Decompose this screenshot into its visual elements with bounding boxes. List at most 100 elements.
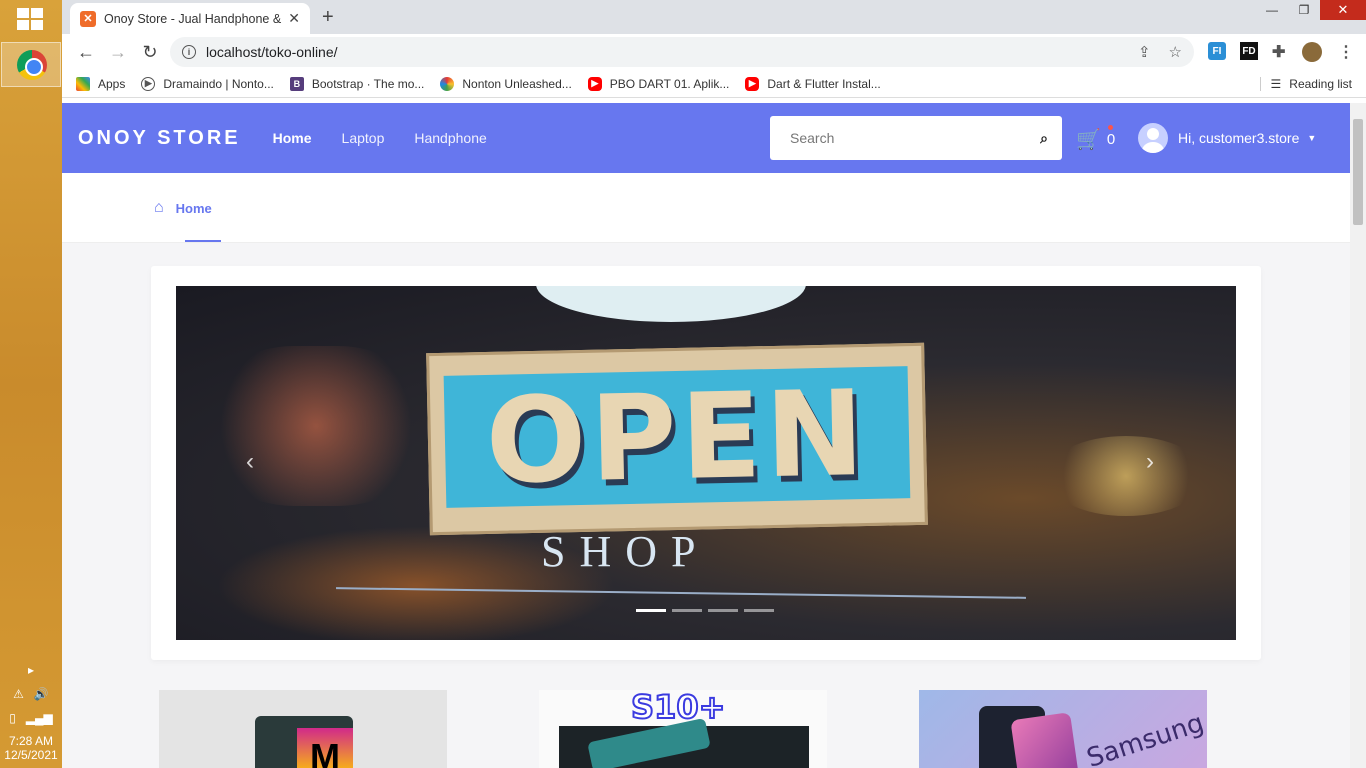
nav-laptop[interactable]: Laptop — [342, 130, 385, 146]
xampp-favicon-icon: ✕ — [80, 10, 96, 27]
network-alert-icon[interactable]: ⚠ — [13, 687, 24, 701]
address-bar[interactable]: i localhost/toko-online/ ⇪ ☆ — [170, 37, 1194, 67]
search-box: ⌕ — [770, 116, 1062, 160]
active-underline — [185, 240, 221, 242]
url-text[interactable]: localhost/toko-online/ — [206, 44, 338, 60]
browser-menu-icon[interactable]: ⋮ — [1338, 42, 1354, 62]
bookmarks-bar: Apps ▶ Dramaindo | Nonto... B Bootstrap … — [62, 70, 1366, 98]
search-input[interactable] — [790, 130, 1041, 146]
carousel-indicator[interactable] — [708, 609, 738, 612]
bookmark-label: PBO DART 01. Aplik... — [609, 76, 730, 91]
browser-toolbar: ← → ↻ i localhost/toko-online/ ⇪ ☆ FI FD… — [62, 34, 1366, 70]
youtube-icon: ▶ — [745, 76, 760, 91]
background-bokeh — [206, 346, 426, 506]
open-sign: OPEN — [426, 342, 928, 536]
chrome-icon — [17, 50, 47, 80]
bookmark-label: Dart & Flutter Instal... — [767, 76, 881, 91]
carousel-next-icon[interactable]: › — [1146, 448, 1154, 476]
volume-icon[interactable]: 🔊 — [34, 687, 49, 701]
signal-icon[interactable]: ▂▄▆ — [26, 711, 53, 725]
carousel-indicator[interactable] — [636, 609, 666, 612]
product-card[interactable]: M — [159, 690, 447, 768]
bookmark-label: Nonton Unleashed... — [462, 76, 572, 91]
cart-icon: 🛒 — [1076, 129, 1101, 151]
nav-handphone[interactable]: Handphone — [414, 130, 486, 146]
carousel-indicator[interactable] — [744, 609, 774, 612]
apps-grid-icon — [76, 76, 90, 91]
product-badge: S10+ — [630, 690, 726, 727]
user-menu[interactable]: Hi, customer3.store ▼ — [1138, 123, 1316, 153]
restore-icon[interactable]: ❐ — [1288, 0, 1320, 20]
back-icon[interactable]: ← — [72, 42, 100, 63]
carousel-indicators — [636, 609, 774, 612]
chrome-taskbar-button[interactable] — [1, 42, 61, 87]
forward-icon[interactable]: → — [104, 42, 132, 63]
bookmark-pbo-dart[interactable]: ▶ PBO DART 01. Aplik... — [587, 76, 730, 91]
cart-button[interactable]: 🛒 0 — [1076, 125, 1115, 152]
extensions-puzzle-icon[interactable]: ✚ — [1272, 42, 1285, 62]
hero-card: OPEN SHOP ‹ › — [151, 266, 1261, 660]
bookmark-nonton[interactable]: Nonton Unleashed... — [440, 76, 572, 91]
open-sign-text: OPEN — [484, 364, 870, 510]
bookmark-label: Dramaindo | Nonto... — [163, 76, 274, 91]
bookmark-label: Apps — [98, 76, 126, 91]
search-icon[interactable]: ⌕ — [1040, 130, 1048, 147]
new-tab-icon[interactable]: + — [322, 6, 334, 29]
share-icon[interactable]: ⇪ — [1138, 43, 1151, 61]
clock-date[interactable]: 12/5/2021 — [0, 748, 62, 762]
extension-fd-icon[interactable]: FD — [1240, 42, 1258, 60]
site-brand[interactable]: ONOY STORE — [78, 127, 241, 150]
reading-list-label: Reading list — [1289, 77, 1352, 91]
user-greeting: Hi, customer3.store — [1178, 130, 1300, 146]
open-sign-panel: OPEN — [443, 364, 911, 510]
bookmark-dart-flutter[interactable]: ▶ Dart & Flutter Instal... — [745, 76, 881, 91]
reading-list-icon: ☰ — [1270, 77, 1282, 91]
bookmark-bootstrap[interactable]: B Bootstrap · The mo... — [289, 76, 425, 91]
subnav-home-label: Home — [175, 200, 212, 216]
pinwheel-icon — [440, 76, 455, 91]
product-card[interactable]: S10+ — [539, 690, 827, 768]
nav-home[interactable]: Home — [273, 130, 312, 146]
product-badge: Samsung — [1083, 708, 1207, 768]
carousel-prev-icon[interactable]: ‹ — [246, 448, 254, 476]
extension-fi-icon[interactable]: FI — [1208, 42, 1226, 60]
cart-notification-dot — [1108, 125, 1113, 130]
bookmark-label: Bootstrap · The mo... — [311, 76, 425, 91]
reload-icon[interactable]: ↻ — [136, 42, 164, 63]
scrollbar-thumb[interactable] — [1353, 119, 1363, 225]
browser-window: ✕ Onoy Store - Jual Handphone & L ✕ + — … — [62, 0, 1366, 768]
shop-text: SHOP — [541, 527, 710, 576]
product-badge: M — [297, 728, 353, 768]
background-bokeh — [1046, 436, 1206, 516]
tab-close-icon[interactable]: ✕ — [288, 10, 300, 27]
product-card[interactable]: Samsung — [919, 690, 1207, 768]
home-icon: ⌂ — [154, 199, 164, 216]
window-controls: — ❐ ✕ — [1256, 0, 1366, 20]
bookmark-dramaindo[interactable]: ▶ Dramaindo | Nonto... — [141, 76, 274, 91]
battery-icon[interactable]: ▯ — [9, 711, 16, 725]
minimize-icon[interactable]: — — [1256, 0, 1288, 20]
tab-strip: ✕ Onoy Store - Jual Handphone & L ✕ + — … — [62, 0, 1366, 34]
bookmark-apps[interactable]: Apps — [76, 76, 126, 91]
play-circle-icon: ▶ — [141, 76, 156, 91]
page-viewport: ONOY STORE Home Laptop Handphone ⌕ 🛒 0 H… — [62, 103, 1350, 768]
window-close-icon[interactable]: ✕ — [1320, 0, 1366, 20]
product-row: M S10+ Samsung — [159, 690, 1219, 768]
subnav-home[interactable]: ⌂ Home — [154, 199, 212, 217]
site-info-icon[interactable]: i — [182, 45, 196, 59]
tray-expand-icon[interactable]: ▸ — [28, 663, 34, 677]
chevron-down-icon: ▼ — [1307, 133, 1317, 143]
lamp-shape — [536, 286, 806, 322]
product-image — [1010, 712, 1080, 768]
reading-list-button[interactable]: ☰ Reading list — [1259, 77, 1352, 91]
youtube-icon: ▶ — [587, 76, 602, 91]
profile-avatar-icon[interactable] — [1302, 42, 1322, 62]
hero-carousel: OPEN SHOP ‹ › — [176, 286, 1236, 640]
browser-tab-active[interactable]: ✕ Onoy Store - Jual Handphone & L ✕ — [70, 3, 310, 34]
clock-time[interactable]: 7:28 AM — [0, 734, 62, 748]
windows-start-icon[interactable] — [17, 8, 45, 32]
page-scrollbar[interactable] — [1350, 103, 1366, 768]
bookmark-star-icon[interactable]: ☆ — [1169, 43, 1182, 61]
carousel-indicator[interactable] — [672, 609, 702, 612]
system-tray: ▸ ⚠ 🔊 ▯ ▂▄▆ 7:28 AM 12/5/2021 — [0, 658, 62, 768]
